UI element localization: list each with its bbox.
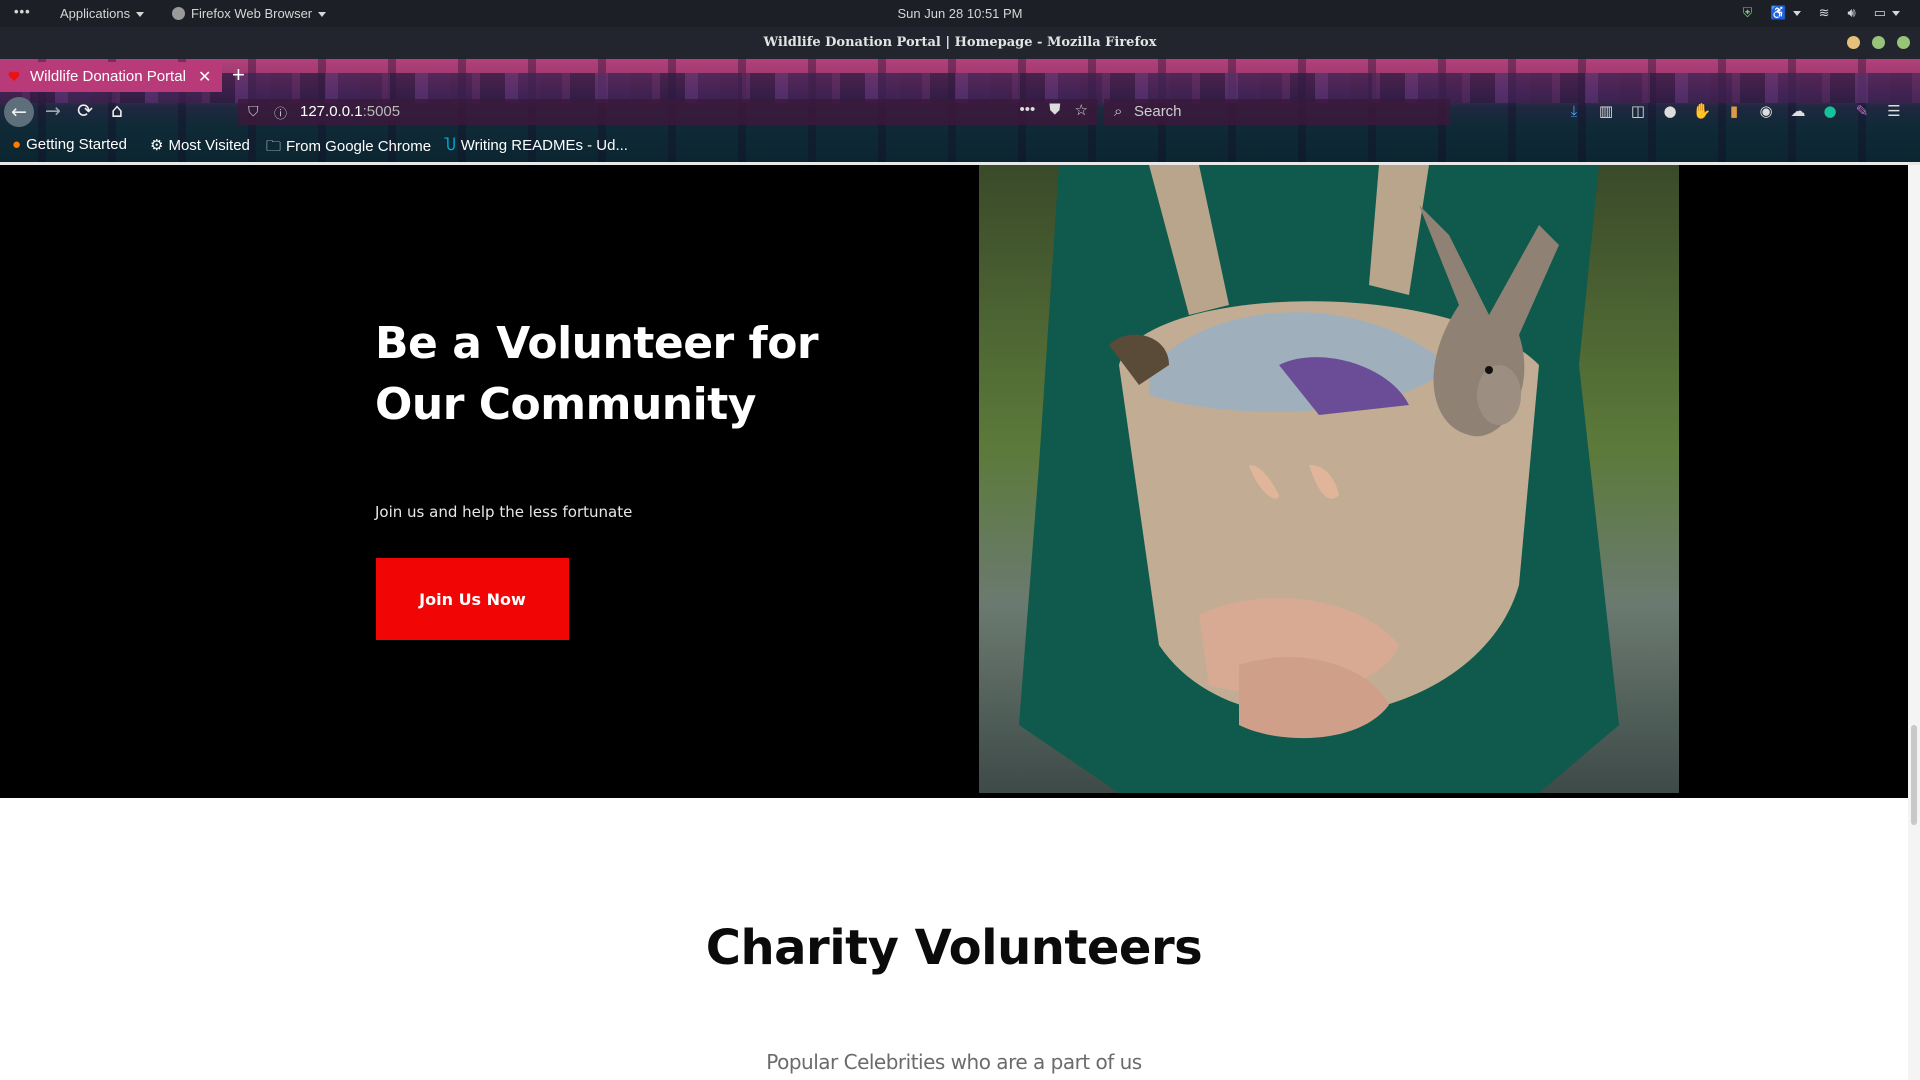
toolbar-extensions: ⤓ ▥ ◫ ● ✋ ▮ ◉ ☁ ● ✎ ☰ [1564, 102, 1904, 120]
page-scrollbar[interactable] [1908, 165, 1920, 1080]
battery-icon: ▭ [1874, 5, 1900, 21]
extension-icon[interactable]: ✋ [1692, 102, 1712, 120]
library-icon[interactable]: ▥ [1596, 102, 1616, 120]
bookmarks-toolbar: ● Getting Started ⚙ Most Visited 🗀 From Goo… [0, 134, 1920, 162]
maximize-button[interactable] [1872, 36, 1885, 49]
bookmark-folder-from-google-chrome[interactable]: 🗀 From Google Chrome [266, 136, 431, 161]
kangaroo-photo-illustration [979, 165, 1679, 793]
hamburger-menu-icon[interactable]: ☰ [1884, 102, 1904, 120]
join-us-button[interactable]: Join Us Now [376, 558, 569, 640]
activities-button[interactable]: ••• [14, 4, 31, 19]
search-icon: ⌕ [1114, 103, 1123, 120]
window-title-bar: Wildlife Donation Portal | Homepage - Mo… [0, 27, 1920, 59]
heart-icon [8, 71, 20, 81]
pocket-icon[interactable]: ⛊ [1049, 101, 1060, 119]
chevron-down-icon [136, 12, 145, 18]
tab-label: Wildlife Donation Portal [30, 68, 186, 85]
system-top-bar: ••• Applications Firefox Web Browser Sun… [0, 0, 1920, 27]
app-menu-label: Firefox Web Browser [191, 6, 313, 21]
reload-button[interactable]: ⟳ [70, 96, 100, 126]
extension-bars-icon[interactable]: ▮ [1724, 102, 1744, 120]
window-controls [1847, 36, 1910, 49]
volume-icon: 🔊︎ [1847, 5, 1856, 20]
minimize-button[interactable] [1847, 36, 1860, 49]
chevron-down-icon [318, 12, 327, 18]
download-icon[interactable]: ⤓ [1564, 102, 1584, 120]
page-actions-menu-icon[interactable]: ••• [1020, 101, 1036, 119]
site-info-icon[interactable]: ⓘ [274, 103, 287, 122]
gear-icon: ⚙ [150, 137, 164, 154]
bookmark-star-icon[interactable]: ☆ [1075, 101, 1088, 119]
close-tab-icon[interactable]: ✕ [198, 67, 211, 87]
search-input[interactable]: Search [1134, 103, 1182, 120]
udacity-icon: Ⴎ [444, 137, 456, 154]
scrollbar-thumb[interactable] [1911, 725, 1917, 825]
address-bar[interactable]: ⛉ ⓘ 127.0.0.1:5005 ••• ⛊ ☆ [238, 99, 1098, 125]
extension-pen-icon[interactable]: ✎ [1852, 102, 1872, 120]
url-host: 127.0.0.1 [300, 103, 363, 120]
url-text[interactable]: 127.0.0.1:5005 [300, 103, 400, 120]
tab-wildlife-donation-portal[interactable]: Wildlife Donation Portal ✕ [0, 62, 222, 92]
chevron-down-icon [1892, 11, 1900, 17]
app-menu[interactable]: Firefox Web Browser [172, 6, 327, 21]
home-button[interactable]: ⌂ [102, 96, 132, 126]
new-tab-button[interactable]: + [232, 62, 245, 88]
applications-label: Applications [60, 6, 131, 21]
hero-heading: Be a Volunteer for Our Community [375, 318, 819, 430]
extension-cloud-icon[interactable]: ☁ [1788, 102, 1808, 120]
accessibility-icon[interactable]: ♿ [1770, 5, 1801, 21]
extension-bulb-icon[interactable]: ◉ [1756, 102, 1776, 120]
system-tray[interactable]: ⛨ ♿ ≋ 🔊︎ ▭ [1743, 5, 1900, 21]
bookmark-label: Most Visited [168, 137, 250, 154]
bookmark-most-visited[interactable]: ⚙ Most Visited [150, 136, 250, 154]
section-subheading: Popular Celebrities who are a part of us [766, 1050, 1142, 1074]
bookmark-label: Writing READMEs - Ud... [460, 137, 628, 154]
bookmark-label: From Google Chrome [286, 138, 432, 155]
page-viewport: Be a Volunteer for Our Community Join us… [0, 165, 1908, 1080]
back-button[interactable]: ← [4, 97, 34, 127]
applications-menu[interactable]: Applications [60, 6, 145, 21]
account-icon[interactable]: ● [1660, 102, 1680, 120]
search-bar[interactable]: ⌕ Search [1104, 99, 1450, 125]
grammarly-icon[interactable]: ● [1820, 102, 1840, 120]
hero-section: Be a Volunteer for Our Community Join us… [0, 165, 1908, 798]
sidebar-icon[interactable]: ◫ [1628, 102, 1648, 120]
window-title: Wildlife Donation Portal | Homepage - Mo… [763, 35, 1157, 50]
page-actions: ••• ⛊ ☆ [1020, 101, 1088, 119]
folder-icon: 🗀 [266, 138, 282, 155]
forward-button[interactable]: → [38, 96, 68, 126]
bookmark-getting-started[interactable]: ● Getting Started [12, 136, 127, 153]
bookmark-writing-readmes[interactable]: Ⴎ Writing READMEs - Ud... [444, 136, 628, 154]
hero-subtext: Join us and help the less fortunate [375, 503, 633, 521]
firefox-app-icon [172, 7, 185, 20]
firefox-icon: ● [12, 136, 22, 153]
url-port: :5005 [362, 103, 401, 120]
tracking-protection-icon[interactable]: ⛉ [248, 103, 259, 120]
shield-icon[interactable]: ⛨ [1743, 5, 1753, 21]
hero-photo-volunteer-with-kangaroo [979, 165, 1679, 793]
close-button[interactable] [1897, 36, 1910, 49]
chevron-down-icon [1792, 11, 1801, 17]
section-heading: Charity Volunteers [705, 920, 1203, 976]
bookmark-label: Getting Started [26, 136, 127, 153]
wifi-icon: ≋ [1818, 5, 1830, 20]
